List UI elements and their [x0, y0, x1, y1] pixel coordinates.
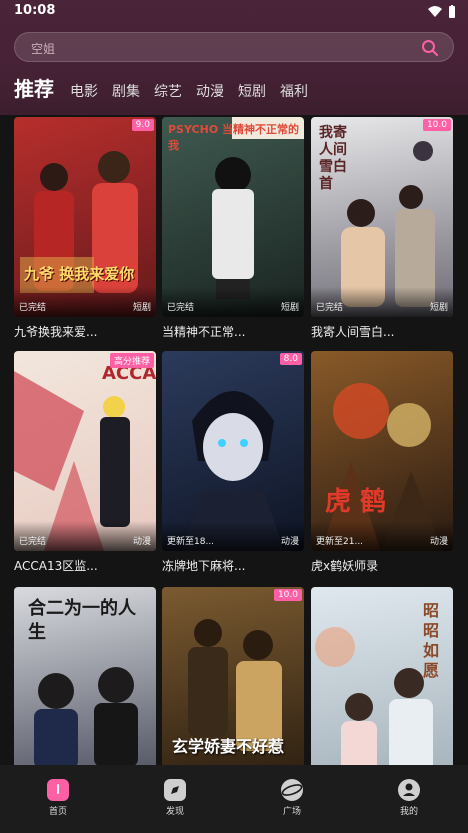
status-label: 已完结: [19, 303, 47, 313]
rating-badge: 10.0: [422, 119, 451, 131]
poster[interactable]: 8.0 更新至18... 动漫: [162, 351, 304, 551]
tab-movies[interactable]: 电影: [70, 82, 98, 102]
poster-caption: 虎 鹤: [325, 487, 387, 517]
poster[interactable]: 昭昭如愿: [311, 587, 453, 765]
home-icon: [47, 779, 69, 801]
tab-welfare[interactable]: 福利: [280, 82, 308, 102]
media-card[interactable]: 九爷 换我来爱你 9.0 已完结 短剧 九爷换我来爱...: [14, 117, 156, 340]
status-label: 已完结: [316, 303, 344, 313]
tab-anime[interactable]: 动漫: [196, 82, 224, 102]
poster[interactable]: ACCA 高分推荐 已完结 动漫: [14, 351, 156, 551]
tab-recommend[interactable]: 推荐: [14, 76, 54, 102]
card-title[interactable]: 虎x鹤妖师录: [311, 557, 453, 574]
card-title[interactable]: 九爷换我来爱...: [14, 323, 156, 340]
nav-discover[interactable]: 发现: [135, 779, 215, 817]
profile-icon: [398, 779, 420, 801]
planet-icon: [281, 779, 303, 801]
card-title[interactable]: 我寄人间雪白...: [311, 323, 453, 340]
card-title[interactable]: 当精神不正常...: [162, 323, 304, 340]
nav-label: 发现: [165, 807, 184, 817]
poster-caption: 九爷 换我来爱你: [24, 265, 135, 283]
search-input[interactable]: 空姐: [14, 32, 454, 62]
tab-variety[interactable]: 综艺: [154, 82, 182, 102]
tab-short-drama[interactable]: 短剧: [238, 82, 266, 102]
rating-badge: 高分推荐: [109, 353, 154, 368]
compass-icon: [164, 779, 186, 801]
category-label: 短剧: [280, 303, 299, 313]
poster[interactable]: 玄学娇妻不好惹 10.0: [162, 587, 304, 765]
nav-label: 首页: [48, 807, 67, 817]
poster[interactable]: 九爷 换我来爱你 9.0 已完结 短剧: [14, 117, 156, 317]
rating-badge: 10.0: [273, 589, 302, 601]
media-card[interactable]: 合二为一的人生: [14, 587, 156, 765]
battery-icon: [449, 5, 455, 18]
category-label: 动漫: [132, 537, 151, 547]
card-title[interactable]: ACCA13区监...: [14, 557, 156, 574]
tab-series[interactable]: 剧集: [112, 82, 140, 102]
status-time: 10:08: [14, 3, 56, 18]
media-card[interactable]: 昭昭如愿: [311, 587, 453, 765]
status-label: 已完结: [167, 303, 195, 313]
category-label: 短剧: [132, 303, 151, 313]
media-card[interactable]: 我寄人间雪白首 10.0 已完结 短剧 我寄人间雪白...: [311, 117, 453, 340]
nav-profile[interactable]: 我的: [369, 779, 449, 817]
poster[interactable]: 我寄人间雪白首 10.0 已完结 短剧: [311, 117, 453, 317]
search-placeholder: 空姐: [31, 42, 56, 56]
poster-caption: 昭昭如愿: [423, 601, 440, 680]
poster[interactable]: 合二为一的人生: [14, 587, 156, 765]
status-icons: [428, 5, 456, 19]
poster-caption: PSYCHO 当精神不正常的我: [168, 123, 300, 152]
rating-badge: 8.0: [279, 353, 302, 365]
nav-home[interactable]: 首页: [18, 779, 98, 817]
media-card[interactable]: 玄学娇妻不好惹 10.0: [162, 587, 304, 765]
category-tabs: 推荐 电影 剧集 综艺 动漫 短剧 福利: [14, 76, 322, 102]
rating-badge: 9.0: [131, 119, 154, 131]
poster-caption: 合二为一的人生: [28, 598, 136, 643]
media-card[interactable]: 虎 鹤 更新至21... 动漫 虎x鹤妖师录: [311, 351, 453, 574]
wifi-icon: [428, 6, 442, 17]
media-card[interactable]: PSYCHO 当精神不正常的我 已完结 短剧 当精神不正常...: [162, 117, 304, 340]
nav-plaza[interactable]: 广场: [252, 779, 332, 817]
status-label: 更新至18...: [167, 537, 215, 547]
poster[interactable]: 虎 鹤 更新至21... 动漫: [311, 351, 453, 551]
poster-caption: 玄学娇妻不好惹: [172, 737, 285, 756]
card-title[interactable]: 冻牌地下麻将...: [162, 557, 304, 574]
bottom-nav: 首页 发现 广场 我的: [0, 765, 468, 833]
status-label: 已完结: [19, 537, 47, 547]
nav-label: 我的: [399, 807, 418, 817]
category-label: 动漫: [429, 537, 448, 547]
poster-caption: 我寄人间雪白首: [319, 125, 347, 192]
search-icon[interactable]: [421, 39, 439, 57]
category-label: 短剧: [429, 303, 448, 313]
nav-label: 广场: [282, 807, 301, 817]
poster[interactable]: PSYCHO 当精神不正常的我 已完结 短剧: [162, 117, 304, 317]
header: 10:08 空姐 推荐 电影 剧集 综艺 动漫 短剧 福利: [0, 0, 468, 115]
category-label: 动漫: [280, 537, 299, 547]
media-card[interactable]: 8.0 更新至18... 动漫 冻牌地下麻将...: [162, 351, 304, 574]
content-grid: 九爷 换我来爱你 9.0 已完结 短剧 九爷换我来爱... PSYCHO 当精神…: [0, 115, 468, 765]
media-card[interactable]: ACCA 高分推荐 已完结 动漫 ACCA13区监...: [14, 351, 156, 574]
status-bar: 10:08: [0, 0, 468, 24]
status-label: 更新至21...: [316, 537, 364, 547]
